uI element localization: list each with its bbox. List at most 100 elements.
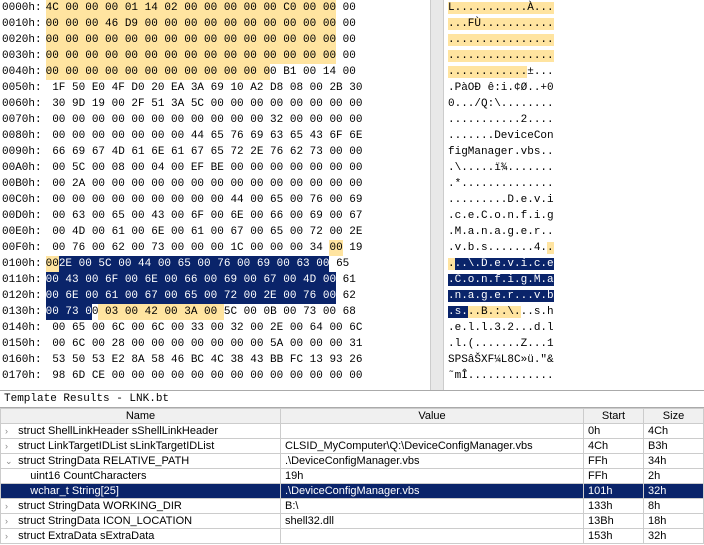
template-name: struct StringData WORKING_DIR [18,500,182,512]
hex-row[interactable]: 00C0h: 00 00 00 00 00 00 00 00 00 44 00 … [2,192,428,208]
template-name: struct LinkTargetIDList sLinkTargetIDLis… [18,440,214,452]
hex-offset: 00D0h: [2,208,46,224]
hex-offset: 0070h: [2,112,46,128]
template-size: 34h [648,455,666,467]
ascii-row[interactable]: .\.....ï¾....... [448,160,700,176]
hex-offset: 00E0h: [2,224,46,240]
hex-offset: 0100h: [2,256,46,272]
tree-chevron-icon[interactable]: › [5,501,15,511]
hex-scrollbar[interactable] [430,0,444,390]
hex-row[interactable]: 0120h: 00 6E 00 61 00 67 00 65 00 72 00 … [2,288,428,304]
template-size: 32h [648,530,666,542]
template-name: struct ExtraData sExtraData [18,530,154,542]
ascii-row[interactable]: SPSâŠXF¼L8C»ü."& [448,352,700,368]
template-value: .\DeviceConfigManager.vbs [285,455,420,467]
hex-offset: 0080h: [2,128,46,144]
hex-row[interactable]: 0150h: 00 6C 00 28 00 00 00 00 00 00 00 … [2,336,428,352]
col-header-start[interactable]: Start [584,409,644,424]
hex-row[interactable]: 0160h: 53 50 53 E2 8A 58 46 BC 4C 38 43 … [2,352,428,368]
ascii-row[interactable]: ...FÙ........... [448,16,700,32]
hex-row[interactable]: 0140h: 00 65 00 6C 00 6C 00 33 00 32 00 … [2,320,428,336]
hex-offset: 0130h: [2,304,46,320]
tree-chevron-icon[interactable]: › [5,516,15,526]
ascii-row[interactable]: ............±... [448,64,700,80]
ascii-row[interactable]: ...\.D.e.v.i.c.e [448,256,700,272]
hex-row[interactable]: 0170h: 98 6D CE 00 00 00 00 00 00 00 00 … [2,368,428,384]
hex-row[interactable]: 0060h: 30 9D 19 00 2F 51 3A 5C 00 00 00 … [2,96,428,112]
hex-row[interactable]: 0040h: 00 00 00 00 00 00 00 00 00 00 00 … [2,64,428,80]
ascii-row[interactable]: .e.l.l.3.2...d.l [448,320,700,336]
template-name: uint16 CountCharacters [30,470,146,482]
template-row[interactable]: › struct StringData WORKING_DIRB:\133h8h [1,499,704,514]
hex-offset: 0120h: [2,288,46,304]
ascii-row[interactable]: .l.(.......Z...1 [448,336,700,352]
template-size: 18h [648,515,666,527]
ascii-row[interactable]: ................ [448,32,700,48]
template-name: struct StringData ICON_LOCATION [18,515,192,527]
tree-chevron-icon[interactable]: › [5,426,15,436]
ascii-row[interactable]: ................ [448,48,700,64]
template-results-title: Template Results - LNK.bt [0,391,704,408]
hex-row[interactable]: 0030h: 00 00 00 00 00 00 00 00 00 00 00 … [2,48,428,64]
hex-row[interactable]: 0080h: 00 00 00 00 00 00 00 44 65 76 69 … [2,128,428,144]
col-header-size[interactable]: Size [644,409,704,424]
template-row[interactable]: uint16 CountCharacters19hFFh2h [1,469,704,484]
ascii-row[interactable]: .v.b.s.......4.. [448,240,700,256]
template-row[interactable]: wchar_t String[25].\DeviceConfigManager.… [1,484,704,499]
hex-row[interactable]: 00E0h: 00 4D 00 61 00 6E 00 61 00 67 00 … [2,224,428,240]
hex-row[interactable]: 0020h: 00 00 00 00 00 00 00 00 00 00 00 … [2,32,428,48]
hex-row[interactable]: 0100h: 00 2E 00 5C 00 44 00 65 00 76 00 … [2,256,428,272]
ascii-row[interactable]: ...........2.... [448,112,700,128]
ascii-row[interactable]: .s...B.:.\...s.h [448,304,700,320]
template-row[interactable]: ⌄ struct StringData RELATIVE_PATH.\Devic… [1,454,704,469]
col-header-name[interactable]: Name [1,409,281,424]
tree-chevron-icon[interactable] [17,471,27,481]
template-size: 8h [648,500,660,512]
hex-row[interactable]: 0090h: 66 69 67 4D 61 6E 61 67 65 72 2E … [2,144,428,160]
ascii-column[interactable]: L...........À......FÙ...................… [444,0,704,390]
hex-row[interactable]: 0130h: 00 73 00 03 00 42 00 3A 00 5C 00 … [2,304,428,320]
ascii-row[interactable]: .c.e.C.o.n.f.i.g [448,208,700,224]
ascii-row[interactable]: .........D.e.v.i [448,192,700,208]
ascii-row[interactable]: ˜mÎ............. [448,368,700,384]
ascii-row[interactable]: .n.a.g.e.r...v.b [448,288,700,304]
hex-row[interactable]: 0010h: 00 00 00 46 D9 00 00 00 00 00 00 … [2,16,428,32]
hex-row[interactable]: 0050h: 1F 50 E0 4F D0 20 EA 3A 69 10 A2 … [2,80,428,96]
ascii-row[interactable]: .PàOÐ ê:i.¢Ø..+0 [448,80,700,96]
hex-offset: 00B0h: [2,176,46,192]
hex-row[interactable]: 00F0h: 00 76 00 62 00 73 00 00 00 1C 00 … [2,240,428,256]
template-start: 101h [588,485,612,497]
hex-row[interactable]: 00B0h: 00 2A 00 00 00 00 00 00 00 00 00 … [2,176,428,192]
template-size: B3h [648,440,668,452]
tree-chevron-icon[interactable] [17,486,27,496]
template-row[interactable]: › struct StringData ICON_LOCATIONshell32… [1,514,704,529]
ascii-row[interactable]: figManager.vbs.. [448,144,700,160]
hex-row[interactable]: 00D0h: 00 63 00 65 00 43 00 6F 00 6E 00 … [2,208,428,224]
hex-row[interactable]: 0110h: 00 43 00 6F 00 6E 00 66 00 69 00 … [2,272,428,288]
hex-offset: 0010h: [2,16,46,32]
ascii-row[interactable]: L...........À... [448,0,700,16]
tree-chevron-icon[interactable]: › [5,531,15,541]
hex-row[interactable]: 0000h: 4C 00 00 00 01 14 02 00 00 00 00 … [2,0,428,16]
hex-column[interactable]: 0000h: 4C 00 00 00 01 14 02 00 00 00 00 … [0,0,430,390]
template-name: wchar_t String[25] [30,485,119,497]
hex-row[interactable]: 0070h: 00 00 00 00 00 00 00 00 00 00 00 … [2,112,428,128]
hex-row[interactable]: 00A0h: 00 5C 00 08 00 04 00 EF BE 00 00 … [2,160,428,176]
hex-offset: 0060h: [2,96,46,112]
ascii-row[interactable]: .......DeviceCon [448,128,700,144]
template-row[interactable]: › struct LinkTargetIDList sLinkTargetIDL… [1,439,704,454]
template-start: FFh [588,455,608,467]
hex-offset: 0110h: [2,272,46,288]
hex-offset: 00A0h: [2,160,46,176]
ascii-row[interactable]: .M.a.n.a.g.e.r.. [448,224,700,240]
col-header-value[interactable]: Value [281,409,584,424]
template-size: 4Ch [648,425,668,437]
tree-chevron-icon[interactable]: ⌄ [5,456,15,467]
template-row[interactable]: › struct ShellLinkHeader sShellLinkHeade… [1,424,704,439]
ascii-row[interactable]: 0.../Q:\........ [448,96,700,112]
tree-chevron-icon[interactable]: › [5,441,15,451]
ascii-row[interactable]: .*.............. [448,176,700,192]
ascii-row[interactable]: .C.o.n.f.i.g.M.a [448,272,700,288]
template-row[interactable]: › struct ExtraData sExtraData153h32h [1,529,704,544]
hex-offset: 0140h: [2,320,46,336]
